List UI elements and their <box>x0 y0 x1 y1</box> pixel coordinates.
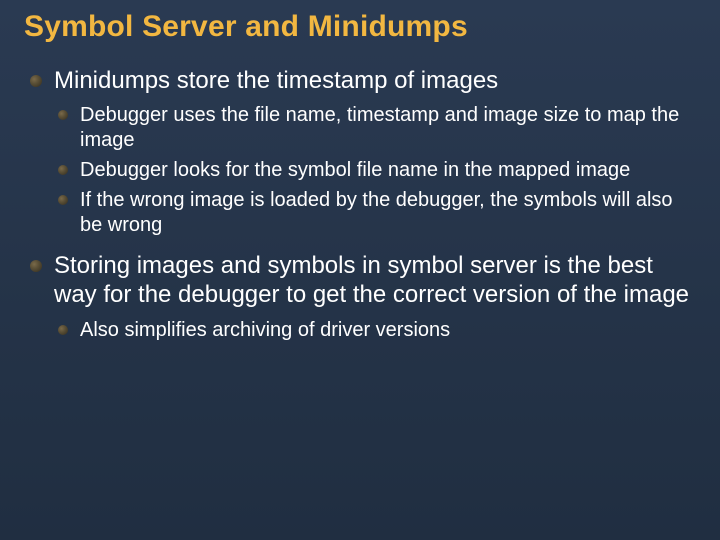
bullet-text: Also simplifies archiving of driver vers… <box>80 319 450 341</box>
bullet-text: Debugger looks for the symbol file name … <box>80 159 630 181</box>
bullet-list-level2: Debugger uses the file name, timestamp a… <box>54 103 696 237</box>
list-item: If the wrong image is loaded by the debu… <box>54 188 696 237</box>
list-item: Debugger uses the file name, timestamp a… <box>54 103 696 152</box>
slide-title: Symbol Server and Minidumps <box>24 10 696 44</box>
list-item: Storing images and symbols in symbol ser… <box>24 251 696 342</box>
slide: Symbol Server and Minidumps Minidumps st… <box>0 0 720 540</box>
bullet-text: Storing images and symbols in symbol ser… <box>54 252 689 308</box>
bullet-list-level2: Also simplifies archiving of driver vers… <box>54 318 696 342</box>
bullet-text: Minidumps store the timestamp of images <box>54 67 498 94</box>
bullet-list-level1: Minidumps store the timestamp of images … <box>24 66 696 342</box>
list-item: Debugger looks for the symbol file name … <box>54 158 696 182</box>
bullet-text: If the wrong image is loaded by the debu… <box>80 189 673 235</box>
bullet-text: Debugger uses the file name, timestamp a… <box>80 104 679 150</box>
list-item: Minidumps store the timestamp of images … <box>24 66 696 237</box>
list-item: Also simplifies archiving of driver vers… <box>54 318 696 342</box>
